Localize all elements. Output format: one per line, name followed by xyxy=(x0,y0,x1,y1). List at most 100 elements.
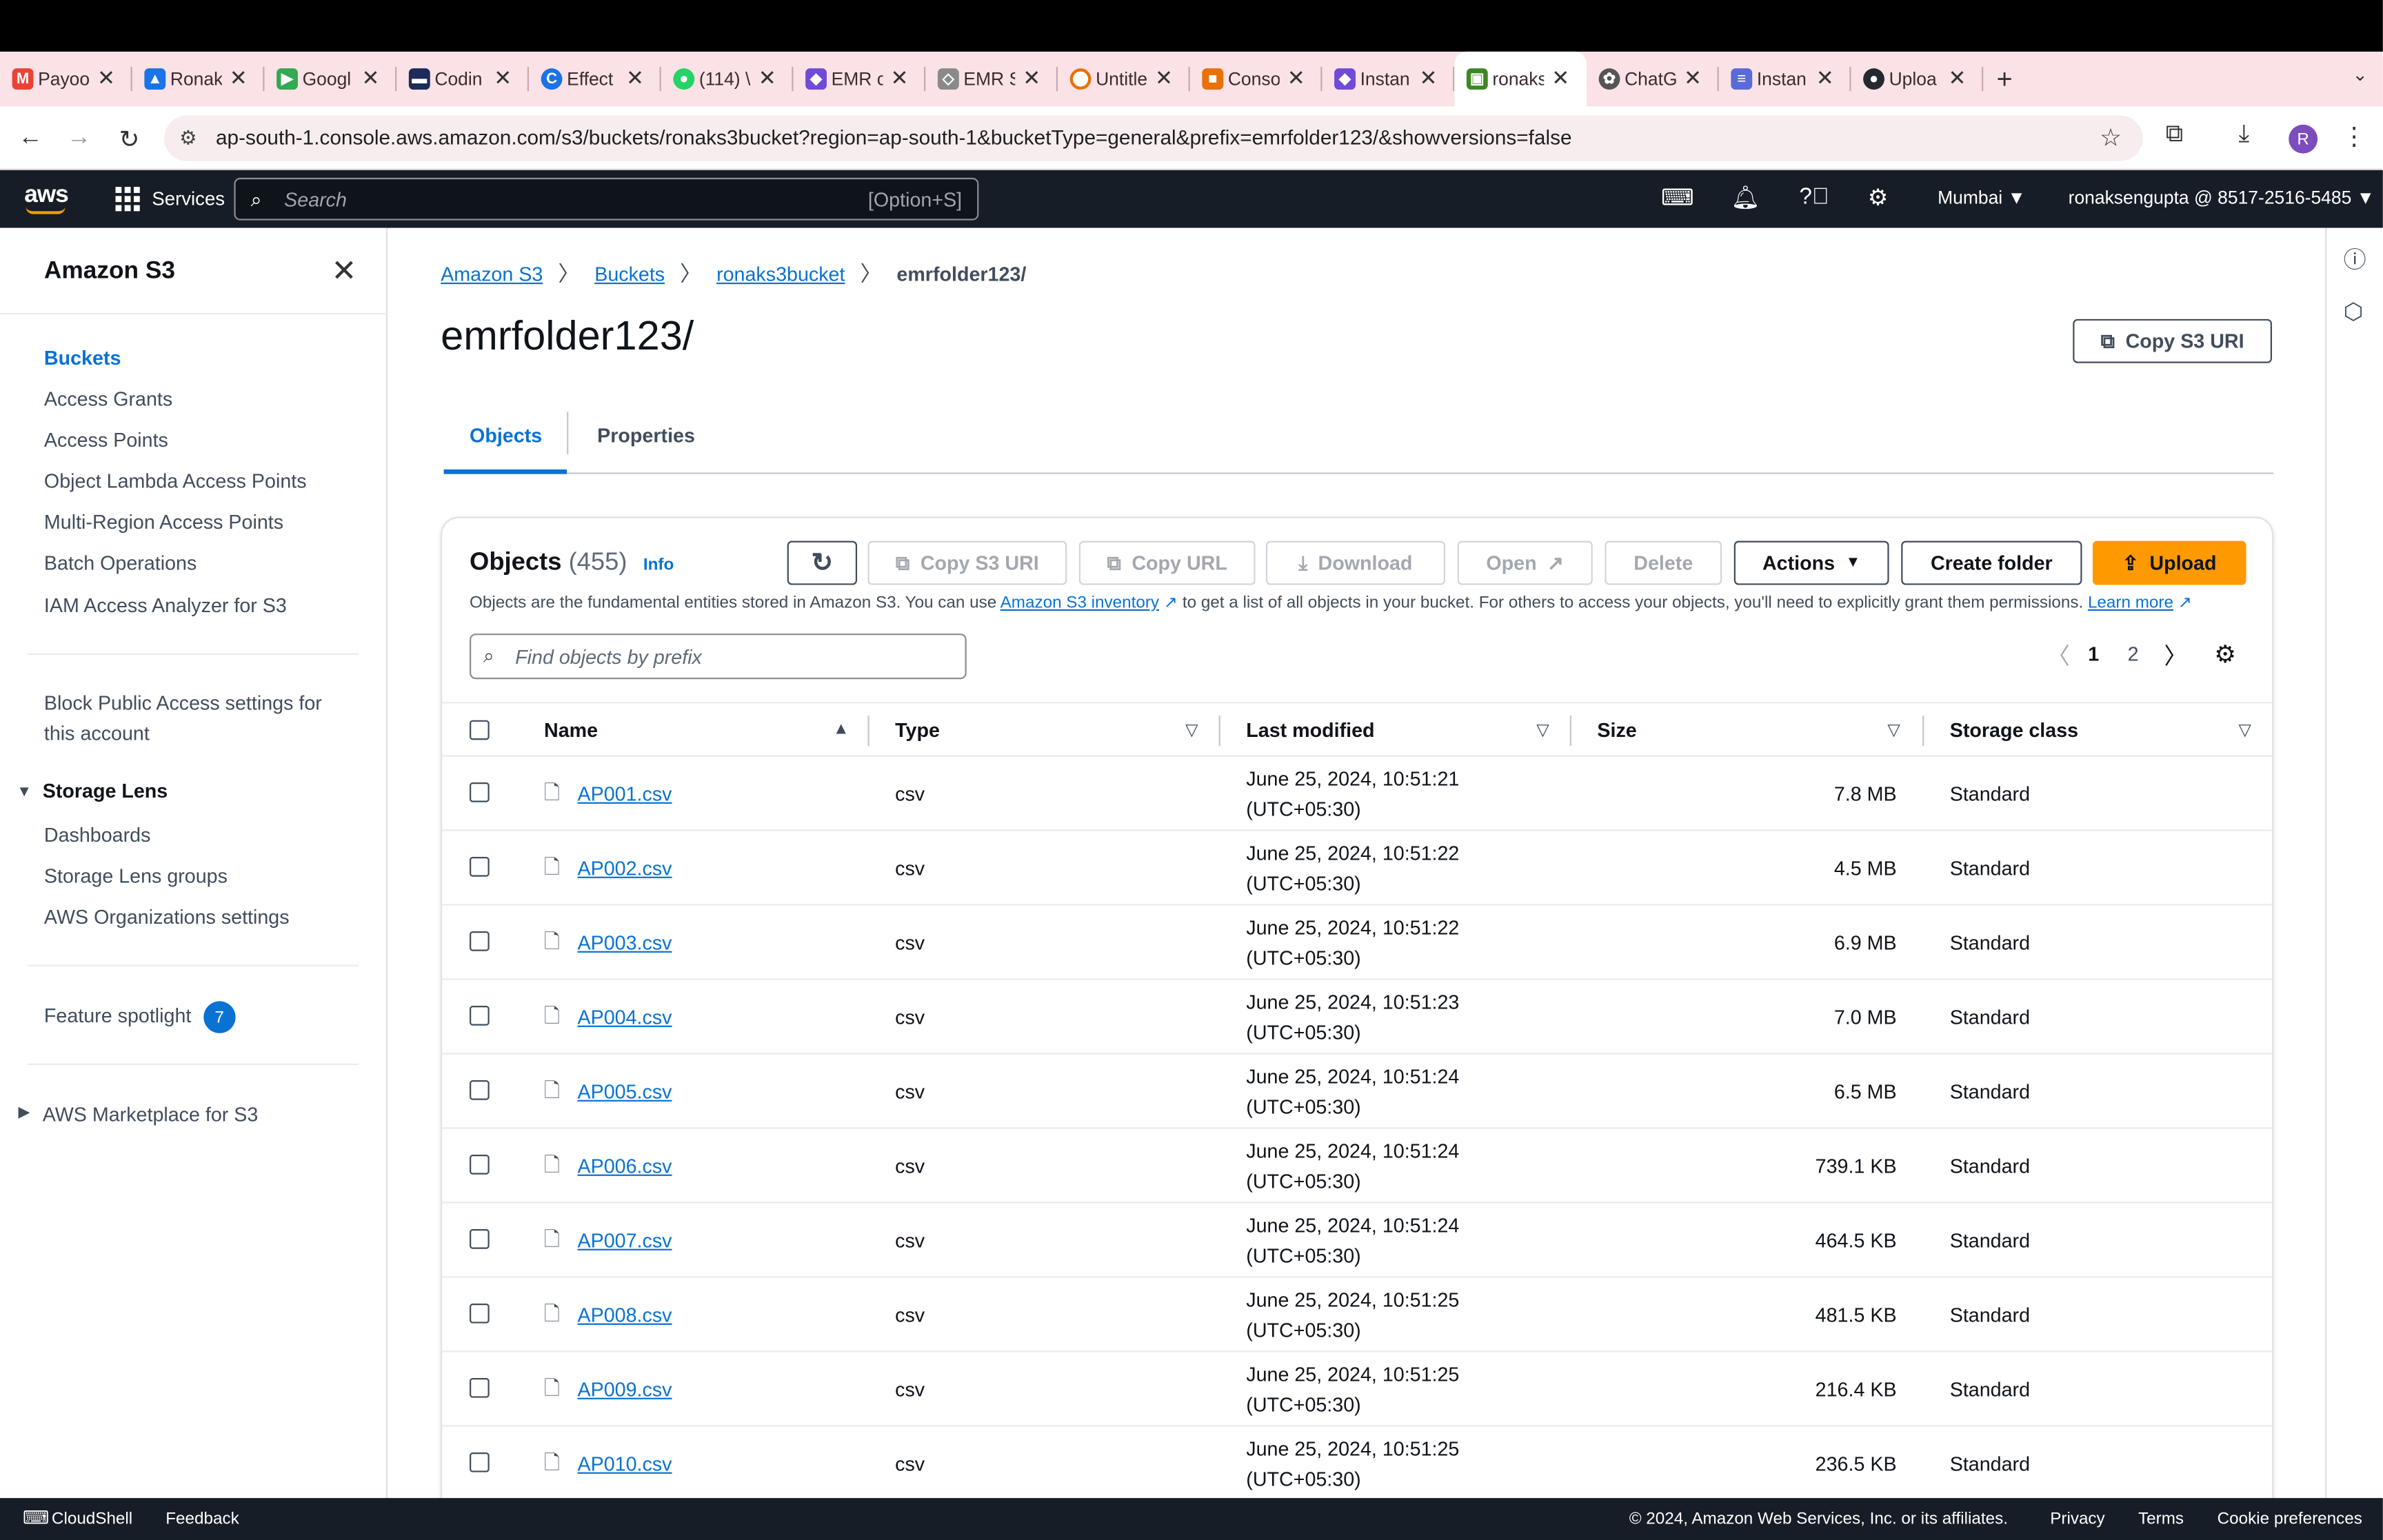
table-row[interactable]: 🗋︎ AP004.csv csv June 25, 2024, 10:51:23 (UT… xyxy=(442,980,2272,1055)
object-name-link[interactable]: AP001.csv xyxy=(578,782,672,805)
search-input[interactable]: ⌕ Search [Option+S] xyxy=(234,177,979,221)
close-icon[interactable]: ✕ xyxy=(331,252,356,290)
bell-icon[interactable]: 🔔︎ xyxy=(1731,184,1760,211)
column-divider[interactable] xyxy=(1218,716,1220,747)
close-icon[interactable]: ✕ xyxy=(1816,65,1834,91)
col-name[interactable]: Name xyxy=(544,718,598,741)
browser-tab[interactable]: ● Uploa ✕ xyxy=(1851,52,1984,106)
column-divider[interactable] xyxy=(1922,716,1924,747)
object-name-link[interactable]: AP006.csv xyxy=(578,1155,672,1177)
region-selector[interactable]: Mumbai ▼ xyxy=(1938,187,2026,208)
browser-tab[interactable]: ▬ Codin ✕ xyxy=(396,52,529,106)
cloudshell-icon[interactable]: ⌨ xyxy=(1661,184,1694,211)
close-icon[interactable]: ✕ xyxy=(494,65,512,91)
info-link[interactable]: Info xyxy=(643,556,674,574)
browser-tab[interactable]: ◇EMR S ✕ xyxy=(925,52,1058,106)
close-icon[interactable]: ✕ xyxy=(891,65,909,91)
url-field[interactable]: ⚙ ap-south-1.console.aws.amazon.com/s3/b… xyxy=(164,115,2143,161)
row-checkbox[interactable] xyxy=(470,931,490,951)
download-button[interactable]: ⤓ Download xyxy=(1265,540,1446,585)
services-menu[interactable]: Services xyxy=(115,187,225,212)
browser-tab[interactable]: ≡ Instan ✕ xyxy=(1719,52,1851,106)
browser-tab[interactable]: C Effect ✕ xyxy=(529,52,661,106)
next-page-icon[interactable]: 〉 xyxy=(2164,640,2186,671)
breadcrumb-bucket[interactable]: ronaks3bucket xyxy=(716,262,845,285)
close-icon[interactable]: ✕ xyxy=(1949,65,1967,91)
close-icon[interactable]: ✕ xyxy=(626,65,644,91)
sort-icon[interactable]: ▽ xyxy=(1185,720,1198,740)
page-1[interactable]: 1 xyxy=(2088,642,2099,665)
column-divider[interactable] xyxy=(1569,716,1571,747)
page-2[interactable]: 2 xyxy=(2128,642,2139,665)
prev-page-icon[interactable]: 〈 xyxy=(2047,640,2070,671)
object-name-link[interactable]: AP002.csv xyxy=(578,857,672,880)
terms-link[interactable]: Terms xyxy=(2138,1510,2184,1528)
back-arrow-icon[interactable]: ← xyxy=(17,125,44,152)
cookie-preferences-link[interactable]: Cookie preferences xyxy=(2218,1510,2362,1528)
col-size[interactable]: Size xyxy=(1597,718,1636,741)
col-type[interactable]: Type xyxy=(895,718,940,741)
sidebar-item-org-settings[interactable]: AWS Organizations settings xyxy=(44,906,290,929)
avatar[interactable]: R xyxy=(2289,124,2318,154)
table-row[interactable]: 🗋︎ AP003.csv csv June 25, 2024, 10:51:22 (UT… xyxy=(442,906,2272,980)
sort-icon[interactable]: ▽ xyxy=(1887,720,1900,740)
row-checkbox[interactable] xyxy=(470,1006,490,1026)
object-name-link[interactable]: AP005.csv xyxy=(578,1080,672,1103)
sidebar-item-multi-region[interactable]: Multi-Region Access Points xyxy=(44,511,283,534)
sidebar-item-buckets[interactable]: Buckets xyxy=(44,347,121,369)
row-checkbox[interactable] xyxy=(470,1080,490,1100)
sidebar-item-block-public-access-line2[interactable]: this account xyxy=(44,722,150,744)
close-icon[interactable]: ✕ xyxy=(758,65,776,91)
row-checkbox[interactable] xyxy=(470,1229,490,1249)
browser-tab[interactable]: ◆ EMR c ✕ xyxy=(793,52,926,106)
browser-tab[interactable]: ◆ Instan ✕ xyxy=(1322,52,1455,106)
row-checkbox[interactable] xyxy=(470,1378,490,1398)
object-name-link[interactable]: AP007.csv xyxy=(578,1229,672,1252)
hexagon-icon[interactable]: ⬡ xyxy=(2344,298,2364,325)
object-name-link[interactable]: AP009.csv xyxy=(578,1378,672,1401)
cloudshell-link[interactable]: CloudShell xyxy=(52,1510,132,1528)
s3-inventory-link[interactable]: Amazon S3 inventory xyxy=(1001,594,1159,612)
actions-dropdown[interactable]: Actions ▼ xyxy=(1733,540,1889,585)
col-storage-class[interactable]: Storage class xyxy=(1950,718,2078,741)
extensions-icon[interactable]: ⧉ xyxy=(2166,121,2183,149)
close-icon[interactable]: ✕ xyxy=(362,65,380,91)
find-objects-input[interactable]: ⌕ Find objects by prefix xyxy=(470,634,967,680)
create-folder-button[interactable]: Create folder xyxy=(1901,540,2082,585)
object-name-link[interactable]: AP008.csv xyxy=(578,1304,672,1326)
browser-tab[interactable]: ■ Conso ✕ xyxy=(1190,52,1323,106)
col-last-modified[interactable]: Last modified xyxy=(1246,718,1374,741)
object-name-link[interactable]: AP003.csv xyxy=(578,931,672,954)
forward-arrow-icon[interactable]: → xyxy=(66,125,93,152)
browser-tab[interactable]: M Payoo ✕ xyxy=(0,52,132,106)
browser-tab-active[interactable]: ▣ ronaks ✕ xyxy=(1454,51,1587,107)
breadcrumb-amazon-s3[interactable]: Amazon S3 xyxy=(441,262,543,285)
row-checkbox[interactable] xyxy=(470,782,490,802)
caret-right-icon[interactable]: ▶ xyxy=(18,1104,30,1121)
table-row[interactable]: 🗋︎ AP008.csv csv June 25, 2024, 10:51:25 (UT… xyxy=(442,1278,2272,1352)
tab-objects[interactable]: Objects xyxy=(470,424,542,447)
copy-s3-uri-button[interactable]: ⧉ Copy S3 URI xyxy=(2073,318,2272,363)
account-menu[interactable]: ronaksengupta @ 8517-2516-5485 ▼ xyxy=(2069,187,2375,208)
sidebar-item-storage-lens-groups[interactable]: Storage Lens groups xyxy=(44,864,228,887)
sidebar-item-dashboards[interactable]: Dashboards xyxy=(44,824,151,847)
sidebar-item-block-public-access[interactable]: Block Public Access settings for xyxy=(44,691,322,714)
browser-tab[interactable]: Untitle ✕ xyxy=(1058,52,1190,106)
browser-tab[interactable]: ▶ Googl ✕ xyxy=(264,52,397,106)
sidebar-item-access-grants[interactable]: Access Grants xyxy=(44,387,172,410)
close-icon[interactable]: ✕ xyxy=(1684,65,1702,91)
sidebar-item-batch-operations[interactable]: Batch Operations xyxy=(44,551,197,574)
open-button[interactable]: Open ↗ xyxy=(1457,540,1593,585)
column-divider[interactable] xyxy=(867,716,869,747)
copy-s3-uri-toolbar-button[interactable]: ⧉ Copy S3 URI xyxy=(867,540,1067,585)
copy-url-button[interactable]: ⧉ Copy URL xyxy=(1078,540,1256,585)
sidebar-item-feature-spotlight[interactable]: Feature spotlight 7 xyxy=(44,1001,236,1033)
feedback-link[interactable]: Feedback xyxy=(165,1510,239,1528)
close-icon[interactable]: ✕ xyxy=(1551,65,1569,91)
table-row[interactable]: 🗋︎ AP001.csv csv June 25, 2024, 10:51:21 (UT… xyxy=(442,757,2272,831)
sidebar-item-iam-analyzer[interactable]: IAM Access Analyzer for S3 xyxy=(44,594,287,617)
select-all-checkbox[interactable] xyxy=(470,720,490,740)
gear-icon[interactable]: ⚙ xyxy=(1868,184,1889,211)
reload-icon[interactable]: ↻ xyxy=(116,125,143,155)
sidebar-item-object-lambda[interactable]: Object Lambda Access Points xyxy=(44,469,307,492)
